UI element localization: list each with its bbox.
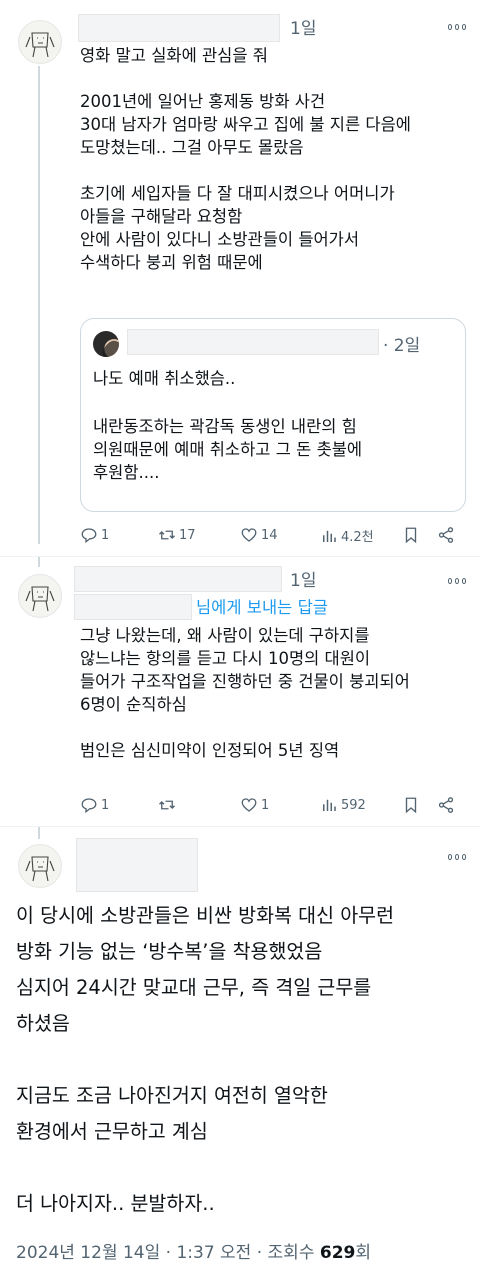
tweet-actions: 1 17 14 4.2천	[80, 526, 465, 548]
divider	[0, 826, 480, 827]
retweet-button[interactable]	[158, 796, 179, 814]
quote-username-redacted	[127, 329, 379, 355]
views-button[interactable]: 4.2천	[320, 526, 374, 545]
timestamp[interactable]: 2024년 12월 14일 · 1:37 오전 · 조회수	[16, 1243, 320, 1263]
share-icon	[438, 797, 454, 813]
heart-icon	[241, 528, 257, 542]
username-redacted[interactable]	[76, 838, 198, 892]
username-redacted[interactable]	[78, 14, 280, 42]
username-redacted[interactable]	[74, 566, 282, 592]
quoted-tweet[interactable]: · 2일 나도 예매 취소했슴.. 내란동조하는 곽감독 동생인 내란의 힘 의…	[80, 318, 466, 512]
tweet-body: 그냥 나왔는데, 왜 사람이 있는데 구하지를 않느냐는 항의를 듣고 다시 1…	[80, 626, 410, 760]
divider	[0, 556, 480, 557]
more-icon[interactable]	[446, 16, 468, 38]
reply-target-redacted[interactable]	[74, 594, 192, 620]
avatar[interactable]	[18, 844, 62, 888]
bookmark-icon	[405, 797, 417, 814]
like-button[interactable]: 1	[240, 796, 269, 814]
quote-avatar	[93, 331, 119, 357]
tweet-body: 영화 말고 실화에 관심을 줘 2001년에 일어난 홍제동 방화 사건 30대…	[80, 46, 411, 272]
heart-icon	[241, 798, 257, 812]
thread-line	[38, 557, 40, 567]
views-icon	[323, 799, 336, 811]
retweet-icon	[159, 530, 175, 540]
bookmark-icon	[405, 527, 417, 544]
tweet-meta: 2024년 12월 14일 · 1:37 오전 · 조회수 629회	[16, 1238, 371, 1263]
view-count: 629	[319, 1243, 356, 1263]
retweet-button[interactable]: 17	[158, 526, 196, 544]
like-button[interactable]: 14	[240, 526, 278, 544]
reply-icon	[81, 798, 97, 814]
reply-icon	[81, 528, 97, 544]
tweet-actions: 1 1 592	[80, 796, 465, 818]
quote-body: 내란동조하는 곽감독 동생인 내란의 힘 의원때문에 예매 취소하고 그 돈 촛…	[93, 417, 363, 482]
more-icon[interactable]	[446, 846, 468, 868]
views-icon	[323, 530, 336, 542]
quote-line: 나도 예매 취소했슴..	[93, 369, 236, 388]
thread-line	[38, 827, 40, 839]
avatar[interactable]	[18, 20, 62, 64]
views-button[interactable]: 592	[320, 796, 366, 814]
reply-to-label: 님에게 보내는 답글	[196, 598, 328, 617]
tweet-body: 이 당시에 소방관들은 비싼 방화복 대신 아무런 방화 기능 없는 ‘방수복’…	[16, 904, 395, 1215]
avatar[interactable]	[18, 574, 62, 618]
thread-line	[38, 66, 40, 544]
bookmark-button[interactable]	[402, 526, 423, 544]
share-button[interactable]	[437, 526, 458, 544]
quote-time: · 2일	[383, 336, 421, 356]
share-icon	[438, 527, 454, 543]
reply-button[interactable]: 1	[80, 796, 109, 814]
tweet-time[interactable]: 1일	[290, 14, 316, 39]
reply-button[interactable]: 1	[80, 526, 109, 544]
tweet-time[interactable]: 1일	[290, 566, 316, 591]
share-button[interactable]	[437, 796, 458, 814]
view-suffix: 회	[355, 1243, 372, 1263]
bookmark-button[interactable]	[402, 796, 423, 814]
more-icon[interactable]	[446, 570, 468, 592]
retweet-icon	[159, 800, 175, 810]
